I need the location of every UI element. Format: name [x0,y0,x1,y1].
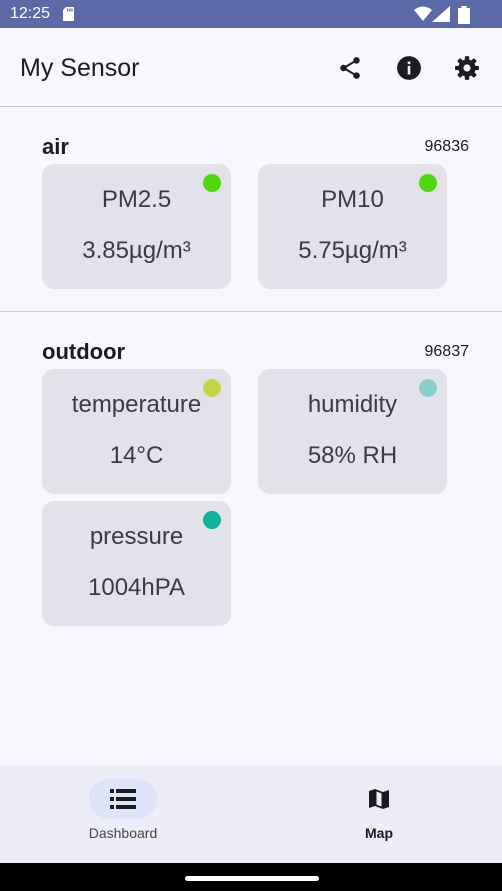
gesture-navigation-bar [0,863,502,891]
sensor-value: 14°C [109,442,164,469]
status-indicator [419,379,437,397]
map-icon [369,789,389,809]
status-time: 12:25 [10,5,51,22]
app-bar: My Sensor [0,28,502,106]
bottom-navigation: Dashboard Map [0,765,502,863]
share-button[interactable] [336,54,364,82]
nav-label: Map [365,825,393,841]
sensor-value: 1004hPA [88,574,185,601]
nav-label: Dashboard [88,825,158,841]
wifi-icon [414,6,432,21]
sensor-name: PM10 [321,186,384,213]
share-icon [340,57,360,79]
status-indicator [203,379,221,397]
home-handle[interactable] [185,876,319,881]
section-id-outdoor: 96837 [424,343,470,360]
sensor-card-pm10[interactable]: PM10 5.75µg/m³ [258,164,447,289]
section-title-outdoor: outdoor [42,339,126,364]
sensor-name: temperature [71,391,202,418]
section-title-air: air [42,134,69,159]
signal-icon [432,6,450,22]
sensor-card-pm25[interactable]: PM2.5 3.85µg/m³ [42,164,231,289]
info-icon [397,56,421,80]
sensor-value: 3.85µg/m³ [82,237,191,264]
sd-card-icon [63,7,74,21]
nav-indicator [89,779,157,819]
sensor-value: 5.75µg/m³ [298,237,407,264]
nav-item-map[interactable]: Map [299,779,459,849]
list-icon [110,789,136,809]
info-button[interactable] [395,54,423,82]
nav-item-dashboard[interactable]: Dashboard [43,779,203,849]
sensor-name: PM2.5 [101,186,172,213]
sensor-value: 58% RH [307,442,398,469]
settings-button[interactable] [453,54,481,82]
divider [0,106,502,107]
sensor-card-pressure[interactable]: pressure 1004hPA [42,501,231,626]
sensor-card-humidity[interactable]: humidity 58% RH [258,369,447,494]
status-bar: 12:25 [0,0,502,28]
battery-icon [458,6,470,24]
page-title: My Sensor [20,54,140,82]
divider [0,311,502,312]
status-indicator [203,511,221,529]
nav-indicator [345,779,413,819]
sensor-name: humidity [307,391,398,418]
section-id-air: 96836 [424,138,470,155]
status-indicator [203,174,221,192]
sensor-name: pressure [89,523,184,550]
sensor-card-temperature[interactable]: temperature 14°C [42,369,231,494]
gear-icon [455,56,479,80]
status-indicator [419,174,437,192]
